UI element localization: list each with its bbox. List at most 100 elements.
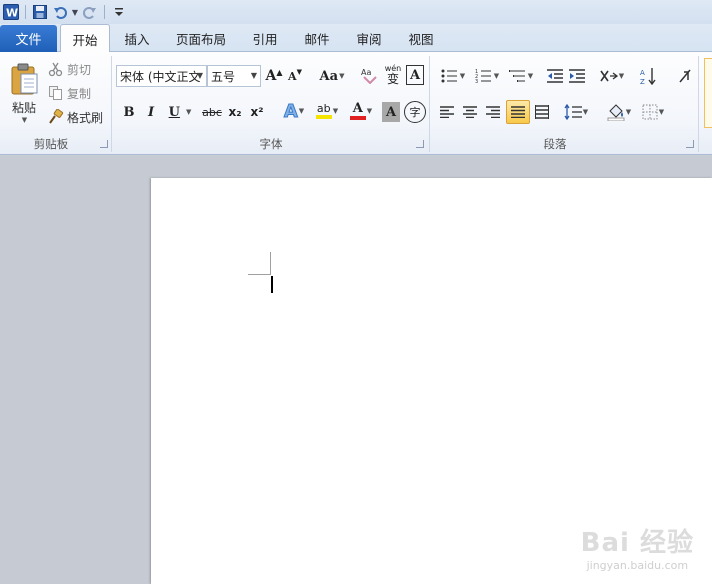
distribute-button[interactable] <box>533 102 551 122</box>
font-color-bar <box>349 116 366 120</box>
text-caret <box>271 276 273 293</box>
change-case-icon: Aa <box>319 68 339 84</box>
format-painter-button[interactable]: 格式刷 <box>48 108 103 126</box>
bold-icon: B <box>123 104 135 120</box>
bold-button[interactable]: B <box>120 102 138 122</box>
italic-icon: I <box>147 104 155 120</box>
clear-format-icon: Aa <box>361 68 377 84</box>
bullets-icon <box>441 69 457 83</box>
tab-insert[interactable]: 插入 <box>116 24 158 52</box>
paste-dropdown-icon[interactable]: ▼ <box>22 116 27 124</box>
line-spacing-button[interactable]: ▼ <box>562 102 590 122</box>
word-app-icon[interactable]: W <box>2 3 20 21</box>
highlight-button[interactable]: ab ▼ <box>312 100 342 122</box>
font-launcher-icon[interactable] <box>416 140 424 148</box>
change-case-button[interactable]: Aa ▼ <box>318 66 346 86</box>
italic-button[interactable]: I <box>142 102 160 122</box>
borders-icon <box>642 104 658 120</box>
highlight-color-bar <box>315 115 332 119</box>
align-left-icon <box>440 106 454 118</box>
align-right-button[interactable] <box>484 102 502 122</box>
line-spacing-icon <box>564 104 582 120</box>
copy-button[interactable]: 复制 <box>48 84 91 102</box>
numbering-button[interactable]: 1 2 3 ▼ <box>472 66 502 86</box>
paste-button[interactable]: 粘贴 ▼ <box>6 58 42 128</box>
char-shading-button[interactable]: A <box>382 102 400 122</box>
ribbon-tab-bar: 文件 开始 插入 页面布局 引用 邮件 审阅 视图 <box>0 24 712 53</box>
tab-home[interactable]: 开始 <box>60 24 110 53</box>
borders-button[interactable]: ▼ <box>638 102 668 122</box>
strikethrough-icon: abc <box>202 105 222 119</box>
svg-text:W: W <box>6 7 18 20</box>
paragraph-launcher-icon[interactable] <box>686 140 694 148</box>
watermark-main: Bai 经验 <box>580 528 694 558</box>
chinese-layout-button[interactable]: ▼ <box>598 66 626 86</box>
enclose-char-button[interactable]: 字 <box>404 101 426 123</box>
tab-mailings[interactable]: 邮件 <box>296 24 338 52</box>
bullets-button[interactable]: ▼ <box>438 66 468 86</box>
copy-icon <box>49 86 62 100</box>
font-name-value: 宋体 (中文正文 <box>120 69 201 84</box>
shrink-font-icon: A <box>288 69 297 83</box>
strikethrough-button[interactable]: abc <box>200 102 224 122</box>
margin-corner-mark <box>248 274 270 275</box>
superscript-button[interactable]: x² <box>248 102 266 122</box>
subscript-button[interactable]: x₂ <box>226 102 244 122</box>
watermark-sub: jingyan.baidu.com <box>586 559 689 572</box>
document-page[interactable]: Bai 经验 jingyan.baidu.com <box>151 178 712 584</box>
group-separator <box>698 56 699 152</box>
paste-icon <box>11 63 38 94</box>
font-size-combo[interactable]: 五号 ▼ <box>207 65 261 87</box>
grow-font-button[interactable]: A ▲ <box>265 66 283 86</box>
tab-references[interactable]: 引用 <box>244 24 286 52</box>
justify-button[interactable] <box>506 100 530 124</box>
align-center-button[interactable] <box>461 102 479 122</box>
shading-button[interactable]: ▼ <box>604 101 634 123</box>
chevron-down-icon: ▼ <box>250 71 257 80</box>
ribbon: 粘贴 ▼ 剪切 复制 格式刷 剪贴板 宋体 (中文正文 ▼ 五号 ▼ A ▲ A ▼… <box>0 52 712 155</box>
customize-qat-icon[interactable] <box>110 3 128 21</box>
tab-review[interactable]: 审阅 <box>348 24 390 52</box>
undo-dropdown-icon[interactable]: ▼ <box>71 8 79 17</box>
show-marks-button[interactable] <box>676 65 694 87</box>
multilevel-list-button[interactable]: ▼ <box>506 66 536 86</box>
tab-page-layout[interactable]: 页面布局 <box>168 24 234 52</box>
increase-indent-button[interactable] <box>568 66 586 86</box>
grow-font-icon: A <box>265 68 277 84</box>
styles-gallery-edge[interactable] <box>704 58 712 128</box>
cut-label: 剪切 <box>67 62 92 77</box>
shrink-font-button[interactable]: A ▼ <box>287 66 303 86</box>
copy-label: 复制 <box>67 86 92 101</box>
tab-file[interactable]: 文件 <box>0 25 57 52</box>
paint-bucket-icon <box>607 104 625 121</box>
undo-icon[interactable] <box>51 3 69 21</box>
underline-button[interactable]: U ▼ <box>164 102 196 122</box>
char-border-icon: A <box>409 67 421 83</box>
char-border-button[interactable]: A <box>406 65 424 85</box>
redo-icon[interactable] <box>81 3 99 21</box>
decrease-indent-button[interactable] <box>546 66 564 86</box>
watermark: Bai 经验 jingyan.baidu.com <box>581 522 694 572</box>
tab-view[interactable]: 视图 <box>400 24 442 52</box>
save-icon[interactable] <box>31 3 49 21</box>
sort-button[interactable]: AZ <box>638 65 660 87</box>
paragraph-group-label: 段落 <box>543 137 567 151</box>
multilevel-list-icon <box>508 70 525 82</box>
clear-format-button[interactable]: Aa <box>360 64 378 86</box>
phonetic-guide-button[interactable]: wén 变 <box>382 64 404 86</box>
svg-text:A: A <box>640 69 645 77</box>
text-effect-button[interactable]: A ▼ <box>280 100 308 122</box>
underline-icon: U <box>168 104 180 120</box>
qat-separator <box>25 5 26 19</box>
font-name-combo[interactable]: 宋体 (中文正文 ▼ <box>116 65 207 87</box>
clipboard-launcher-icon[interactable] <box>100 140 108 148</box>
font-group-label: 字体 <box>259 137 283 151</box>
justify-icon <box>511 106 525 118</box>
margin-corner-mark <box>270 252 271 275</box>
svg-text:Aa: Aa <box>361 68 371 77</box>
cut-button[interactable]: 剪切 <box>48 60 91 78</box>
enclose-char-icon: 字 <box>409 106 421 119</box>
align-left-button[interactable] <box>438 102 456 122</box>
format-painter-label: 格式刷 <box>67 110 104 125</box>
font-color-button[interactable]: A ▼ <box>346 100 376 122</box>
